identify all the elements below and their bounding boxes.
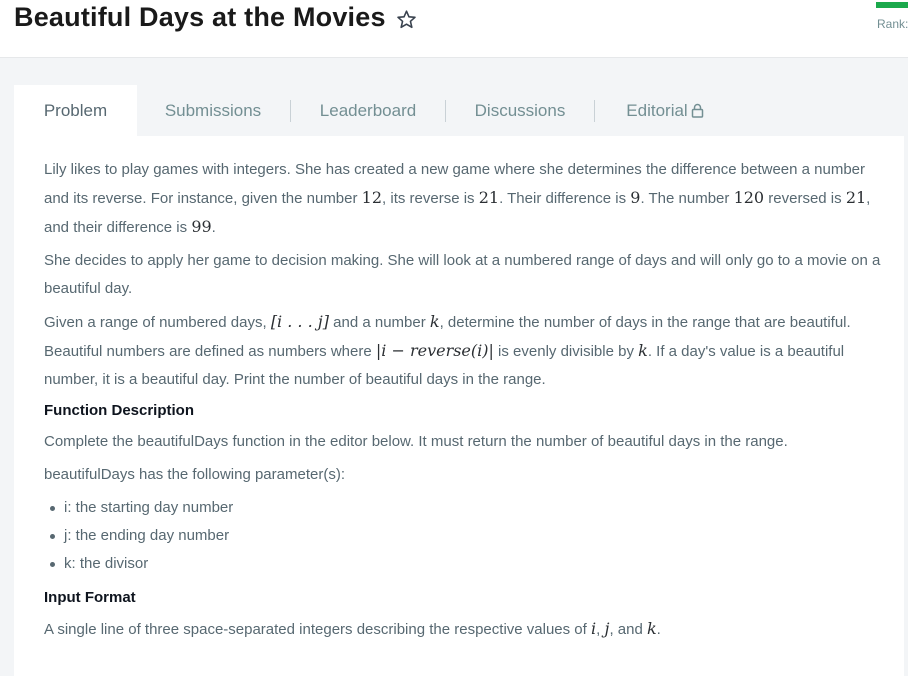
text: . The number bbox=[640, 190, 734, 207]
math-value: 9 bbox=[630, 188, 641, 207]
math-value: 99 bbox=[191, 217, 212, 236]
tab-submissions[interactable]: Submissions bbox=[151, 85, 275, 136]
parameters-list: i: the starting day number j: the ending… bbox=[44, 494, 884, 578]
tab-divider bbox=[594, 100, 595, 122]
list-item: j: the ending day number bbox=[50, 522, 884, 550]
tab-discussions[interactable]: Discussions bbox=[461, 85, 579, 136]
text: is evenly divisible by bbox=[493, 343, 639, 360]
text: Given a range of numbered days, bbox=[44, 314, 271, 331]
math-value: 120 bbox=[733, 188, 765, 207]
tab-label: Leaderboard bbox=[319, 101, 417, 120]
tab-divider bbox=[445, 100, 446, 122]
tab-label: Submissions bbox=[164, 101, 262, 120]
decision-paragraph: She decides to apply her game to decisio… bbox=[44, 252, 881, 297]
math-expression: [i . . . j] bbox=[270, 312, 329, 331]
intro-paragraph: Lily likes to play games with integers. … bbox=[44, 156, 884, 242]
math-expression: k bbox=[646, 619, 657, 638]
problem-content: Lily likes to play games with integers. … bbox=[44, 156, 884, 649]
page-header: Beautiful Days at the Movies Rank: bbox=[0, 0, 908, 58]
list-item: i: the starting day number bbox=[50, 494, 884, 522]
text: , and bbox=[609, 621, 647, 638]
tab-leaderboard[interactable]: Leaderboard bbox=[306, 85, 430, 136]
text: reversed is bbox=[764, 190, 846, 207]
math-expression: |i − reverse(i)| bbox=[375, 341, 494, 360]
text: . bbox=[211, 219, 216, 236]
math-expression: k bbox=[638, 341, 648, 360]
tab-label: Discussions bbox=[474, 101, 566, 120]
math-value: 21 bbox=[845, 188, 867, 207]
problem-statement-panel: Lily likes to play games with integers. … bbox=[14, 136, 904, 676]
tab-label: Problem bbox=[43, 101, 108, 120]
definition-paragraph: Given a range of numbered days, [i . . .… bbox=[44, 308, 884, 394]
tab-editorial[interactable]: Editorial bbox=[610, 85, 720, 136]
star-outline-icon[interactable] bbox=[396, 9, 417, 30]
function-description-heading: Function Description bbox=[44, 402, 194, 419]
tab-divider bbox=[290, 100, 291, 122]
rank-progress-bar bbox=[876, 2, 908, 8]
text: and a number bbox=[328, 314, 430, 331]
function-description-text: Complete the beautifulDays function in t… bbox=[44, 433, 788, 450]
math-expression: k bbox=[429, 312, 440, 331]
problem-tabs: Problem Submissions Leaderboard Discussi… bbox=[14, 85, 904, 136]
text: , its reverse is bbox=[382, 190, 479, 207]
input-format-heading: Input Format bbox=[44, 589, 136, 606]
math-value: 21 bbox=[478, 188, 500, 207]
rank-label: Rank: bbox=[877, 17, 908, 31]
tab-label: Editorial bbox=[626, 101, 688, 120]
parameters-intro: beautifulDays has the following paramete… bbox=[44, 466, 345, 483]
tab-problem[interactable]: Problem bbox=[14, 85, 137, 136]
text: . Their difference is bbox=[499, 190, 631, 207]
text: . bbox=[656, 621, 661, 638]
page-title: Beautiful Days at the Movies bbox=[14, 2, 386, 32]
math-value: 12 bbox=[361, 188, 383, 207]
text: A single line of three space-separated i… bbox=[44, 621, 591, 638]
input-format-text: A single line of three space-separated i… bbox=[44, 615, 884, 644]
list-item: k: the divisor bbox=[50, 550, 884, 578]
lock-icon bbox=[691, 103, 703, 118]
